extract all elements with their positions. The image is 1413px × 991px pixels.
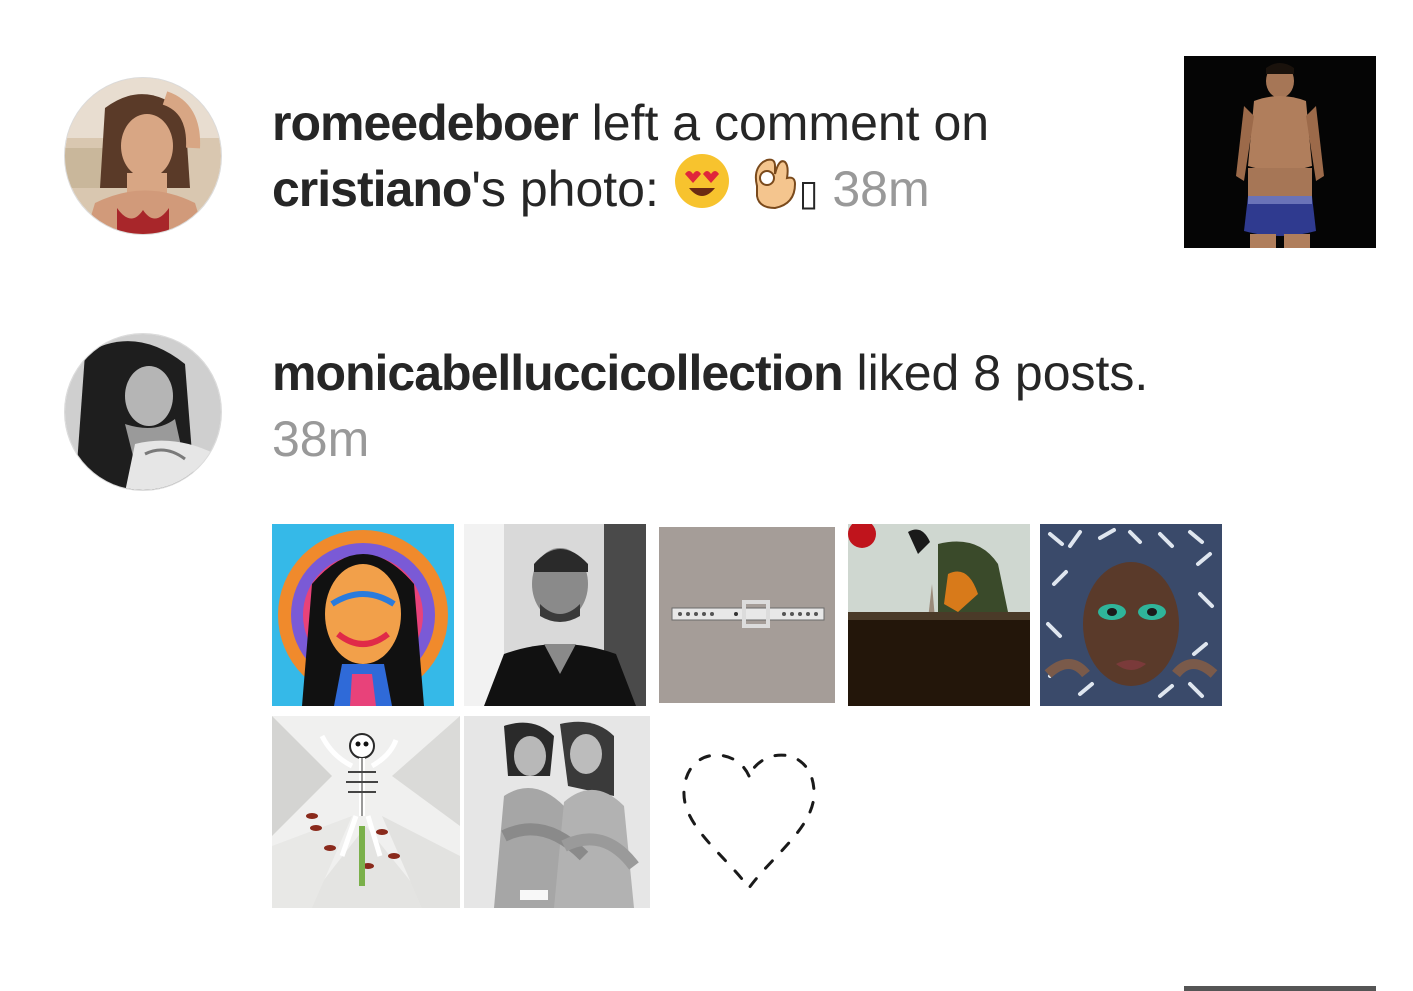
liked-post-thumbnail[interactable] [656, 716, 842, 908]
missing-glyph: ▯ [798, 171, 819, 213]
profile-photo-icon [65, 334, 221, 490]
glitter-face-icon [1040, 524, 1222, 706]
timestamp: 38m [818, 161, 930, 217]
post-thumbnail[interactable] [1184, 56, 1376, 248]
psychedelic-portrait-icon [272, 524, 454, 706]
window-flower-icon [848, 524, 1030, 706]
liked-post-thumbnail[interactable] [656, 524, 838, 706]
notification-text: monicabelluccicollection liked 8 posts. … [272, 340, 1272, 472]
two-women-icon [464, 716, 650, 908]
next-post-thumbnail[interactable] [1184, 986, 1376, 991]
heart-eyes-emoji-icon [673, 152, 731, 226]
liked-post-thumbnail[interactable] [464, 524, 646, 706]
notification-comment[interactable]: romeedeboer left a comment on cristiano'… [0, 0, 1413, 280]
liked-post-thumbnail[interactable] [464, 716, 650, 908]
dashed-heart-icon [656, 716, 842, 908]
belt-icon [656, 524, 838, 706]
timestamp: 38m [272, 411, 370, 467]
target-username-link[interactable]: cristiano [272, 161, 472, 217]
profile-photo-icon [65, 78, 221, 234]
liked-post-thumbnail[interactable] [272, 524, 454, 706]
man-portrait-icon [464, 524, 646, 706]
notification-text: romeedeboer left a comment on cristiano'… [272, 90, 1152, 226]
username-link[interactable]: monicabelluccicollection [272, 345, 844, 401]
avatar[interactable] [64, 77, 222, 235]
action-text: liked 8 posts. [842, 345, 1149, 401]
username-link[interactable]: romeedeboer [272, 95, 579, 151]
liked-post-thumbnail[interactable] [848, 524, 1030, 706]
liked-post-thumbnail[interactable] [1040, 524, 1222, 706]
action-text: left a comment on [577, 95, 990, 151]
notification-likes[interactable]: monicabelluccicollection liked 8 posts. … [0, 280, 1413, 930]
liked-post-thumbnail[interactable] [272, 716, 460, 908]
post-photo-icon [1184, 56, 1376, 248]
target-suffix: 's photo: [471, 161, 673, 217]
ok-hand-emoji-icon [745, 152, 799, 226]
skeleton-lily-icon [272, 716, 460, 908]
avatar[interactable] [64, 333, 222, 491]
